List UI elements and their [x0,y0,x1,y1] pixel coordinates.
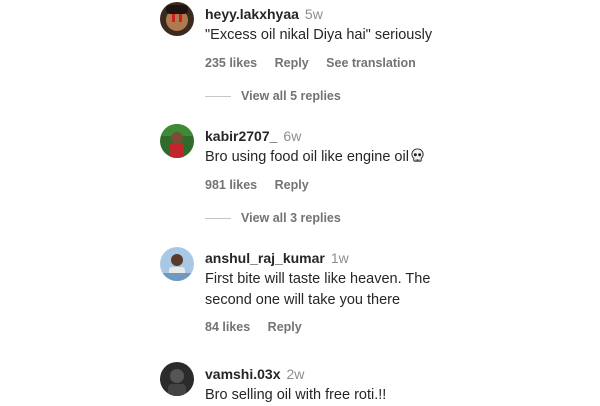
comment-text: Bro selling oil with free roti.!! [205,387,387,403]
avatar[interactable] [160,124,194,158]
avatar[interactable] [160,2,194,36]
view-replies-button[interactable]: View all 5 replies [205,89,341,107]
view-replies-label: View all 3 replies [241,211,341,225]
comment-text-line: second one will take you there [205,292,401,308]
username[interactable]: anshul_raj_kumar [205,250,325,266]
likes-count[interactable]: 84 likes [205,320,250,334]
timestamp: 2w [286,366,305,382]
skull-emoji-icon [411,148,424,162]
comment-text: "Excess oil nikal Diya hai" seriously [205,27,433,43]
reply-button[interactable]: Reply [275,178,309,192]
reply-button[interactable]: Reply [268,320,302,334]
avatar-image [160,124,194,158]
likes-count[interactable]: 981 likes [205,178,257,192]
username[interactable]: vamshi.03x [205,366,281,382]
avatar-image [160,362,194,396]
avatar-image [160,2,194,36]
timestamp: 1w [330,250,349,266]
username[interactable]: heyy.lakxhyaa [205,6,299,22]
view-replies-button[interactable]: View all 3 replies [205,211,341,229]
comment-text: Bro using food oil like engine oil [205,147,580,168]
avatar-image [160,247,194,281]
comment-text-line: First bite will taste like heaven. The [205,271,431,287]
timestamp: 5w [304,6,323,22]
avatar[interactable] [160,247,194,281]
timestamp: 6w [283,128,302,144]
view-replies-label: View all 5 replies [241,89,341,103]
comment-text: First bite will taste like heaven. The s… [205,269,580,311]
reply-button[interactable]: Reply [275,56,309,70]
username[interactable]: kabir2707_ [205,128,277,144]
comment-text-body: Bro using food oil like engine oil [205,149,409,165]
reply-divider [205,218,231,220]
see-translation-link[interactable]: See translation [326,56,416,70]
likes-count[interactable]: 235 likes [205,56,257,70]
reply-divider [205,96,231,98]
avatar[interactable] [160,362,194,396]
